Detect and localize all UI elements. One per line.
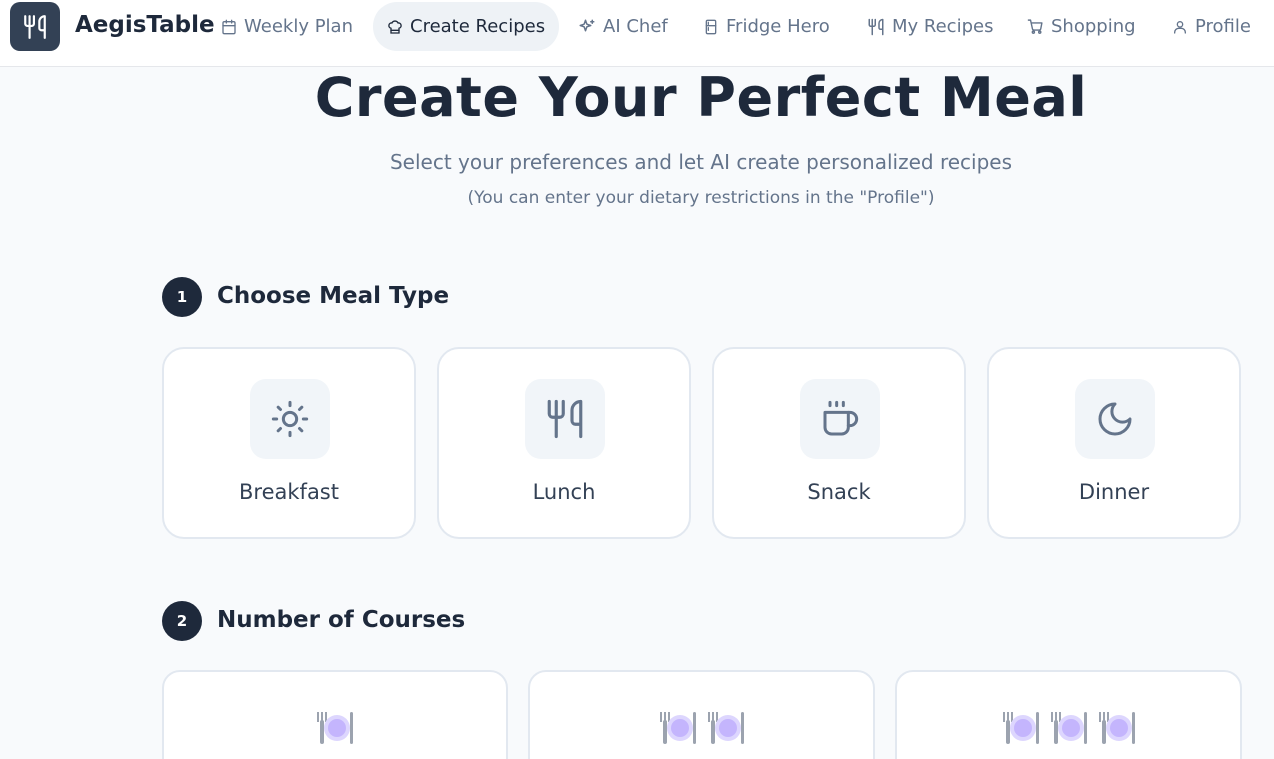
- course-option-3[interactable]: [895, 670, 1242, 759]
- nav-label: My Recipes: [892, 16, 994, 37]
- plate-icon: [1050, 712, 1087, 744]
- nav-ai-chef[interactable]: AI Chef: [578, 2, 668, 51]
- meal-label: Breakfast: [239, 480, 339, 504]
- nav-create-recipes[interactable]: Create Recipes: [373, 2, 560, 51]
- plates-group: [530, 710, 873, 746]
- utensils-icon: [547, 399, 583, 439]
- meal-icon-tile: [525, 379, 605, 459]
- brand-name[interactable]: AegisTable: [75, 12, 215, 38]
- coffee-icon: [823, 400, 859, 436]
- utensils-icon: [24, 14, 46, 39]
- dietary-note: (You can enter your dietary restrictions…: [467, 188, 935, 208]
- user-icon: [1174, 20, 1186, 34]
- step-badge: 2: [162, 601, 202, 641]
- nav-label: Create Recipes: [410, 16, 546, 37]
- nav-weekly-plan[interactable]: Weekly Plan: [221, 2, 353, 51]
- nav-label: Profile: [1195, 16, 1251, 37]
- plate-icon: [659, 712, 696, 744]
- sparkles-icon: [579, 19, 595, 31]
- plate-icon: [707, 712, 744, 744]
- meal-icon-tile: [1075, 379, 1155, 459]
- course-option-1[interactable]: [162, 670, 508, 759]
- app-logo[interactable]: [10, 2, 60, 51]
- fridge-icon: [705, 19, 717, 34]
- nav-profile[interactable]: Profile: [1172, 2, 1251, 51]
- meal-option-dinner[interactable]: Dinner: [987, 347, 1241, 539]
- cart-icon: [1027, 19, 1043, 34]
- sun-icon: [271, 400, 309, 438]
- meal-label: Snack: [807, 480, 871, 504]
- meal-icon-tile: [800, 379, 880, 459]
- nav-label: AI Chef: [603, 16, 668, 37]
- page-subtitle: Select your preferences and let AI creat…: [389, 150, 1013, 174]
- step-badge: 1: [162, 277, 202, 317]
- meal-option-breakfast[interactable]: Breakfast: [162, 347, 416, 539]
- nav-shopping[interactable]: Shopping: [1027, 2, 1136, 51]
- plates-group: [897, 710, 1240, 746]
- chef-hat-icon: [388, 20, 402, 34]
- calendar-icon: [222, 19, 236, 34]
- plates-group: [164, 710, 506, 746]
- section-title-meal-type: Choose Meal Type: [217, 283, 450, 309]
- nav-label: Shopping: [1051, 16, 1136, 37]
- moon-icon: [1098, 402, 1132, 436]
- meal-option-snack[interactable]: Snack: [712, 347, 966, 539]
- plate-icon: [1098, 712, 1135, 744]
- plate-icon: [1002, 712, 1039, 744]
- top-nav-bar: AegisTable Weekly Plan Create Recipes AI…: [0, 0, 1274, 67]
- plate-icon: [317, 712, 353, 744]
- page-title: Create Your Perfect Meal: [314, 66, 1088, 129]
- meal-label: Lunch: [532, 480, 596, 504]
- nav-label: Fridge Hero: [726, 16, 830, 37]
- nav-my-recipes[interactable]: My Recipes: [867, 2, 993, 51]
- meal-option-lunch[interactable]: Lunch: [437, 347, 691, 539]
- section-title-courses: Number of Courses: [217, 607, 466, 633]
- meal-icon-tile: [250, 379, 330, 459]
- nav-fridge-hero[interactable]: Fridge Hero: [703, 2, 830, 51]
- meal-label: Dinner: [1078, 480, 1150, 504]
- course-option-2[interactable]: [528, 670, 875, 759]
- nav-label: Weekly Plan: [244, 16, 353, 37]
- utensils-icon: [868, 18, 884, 35]
